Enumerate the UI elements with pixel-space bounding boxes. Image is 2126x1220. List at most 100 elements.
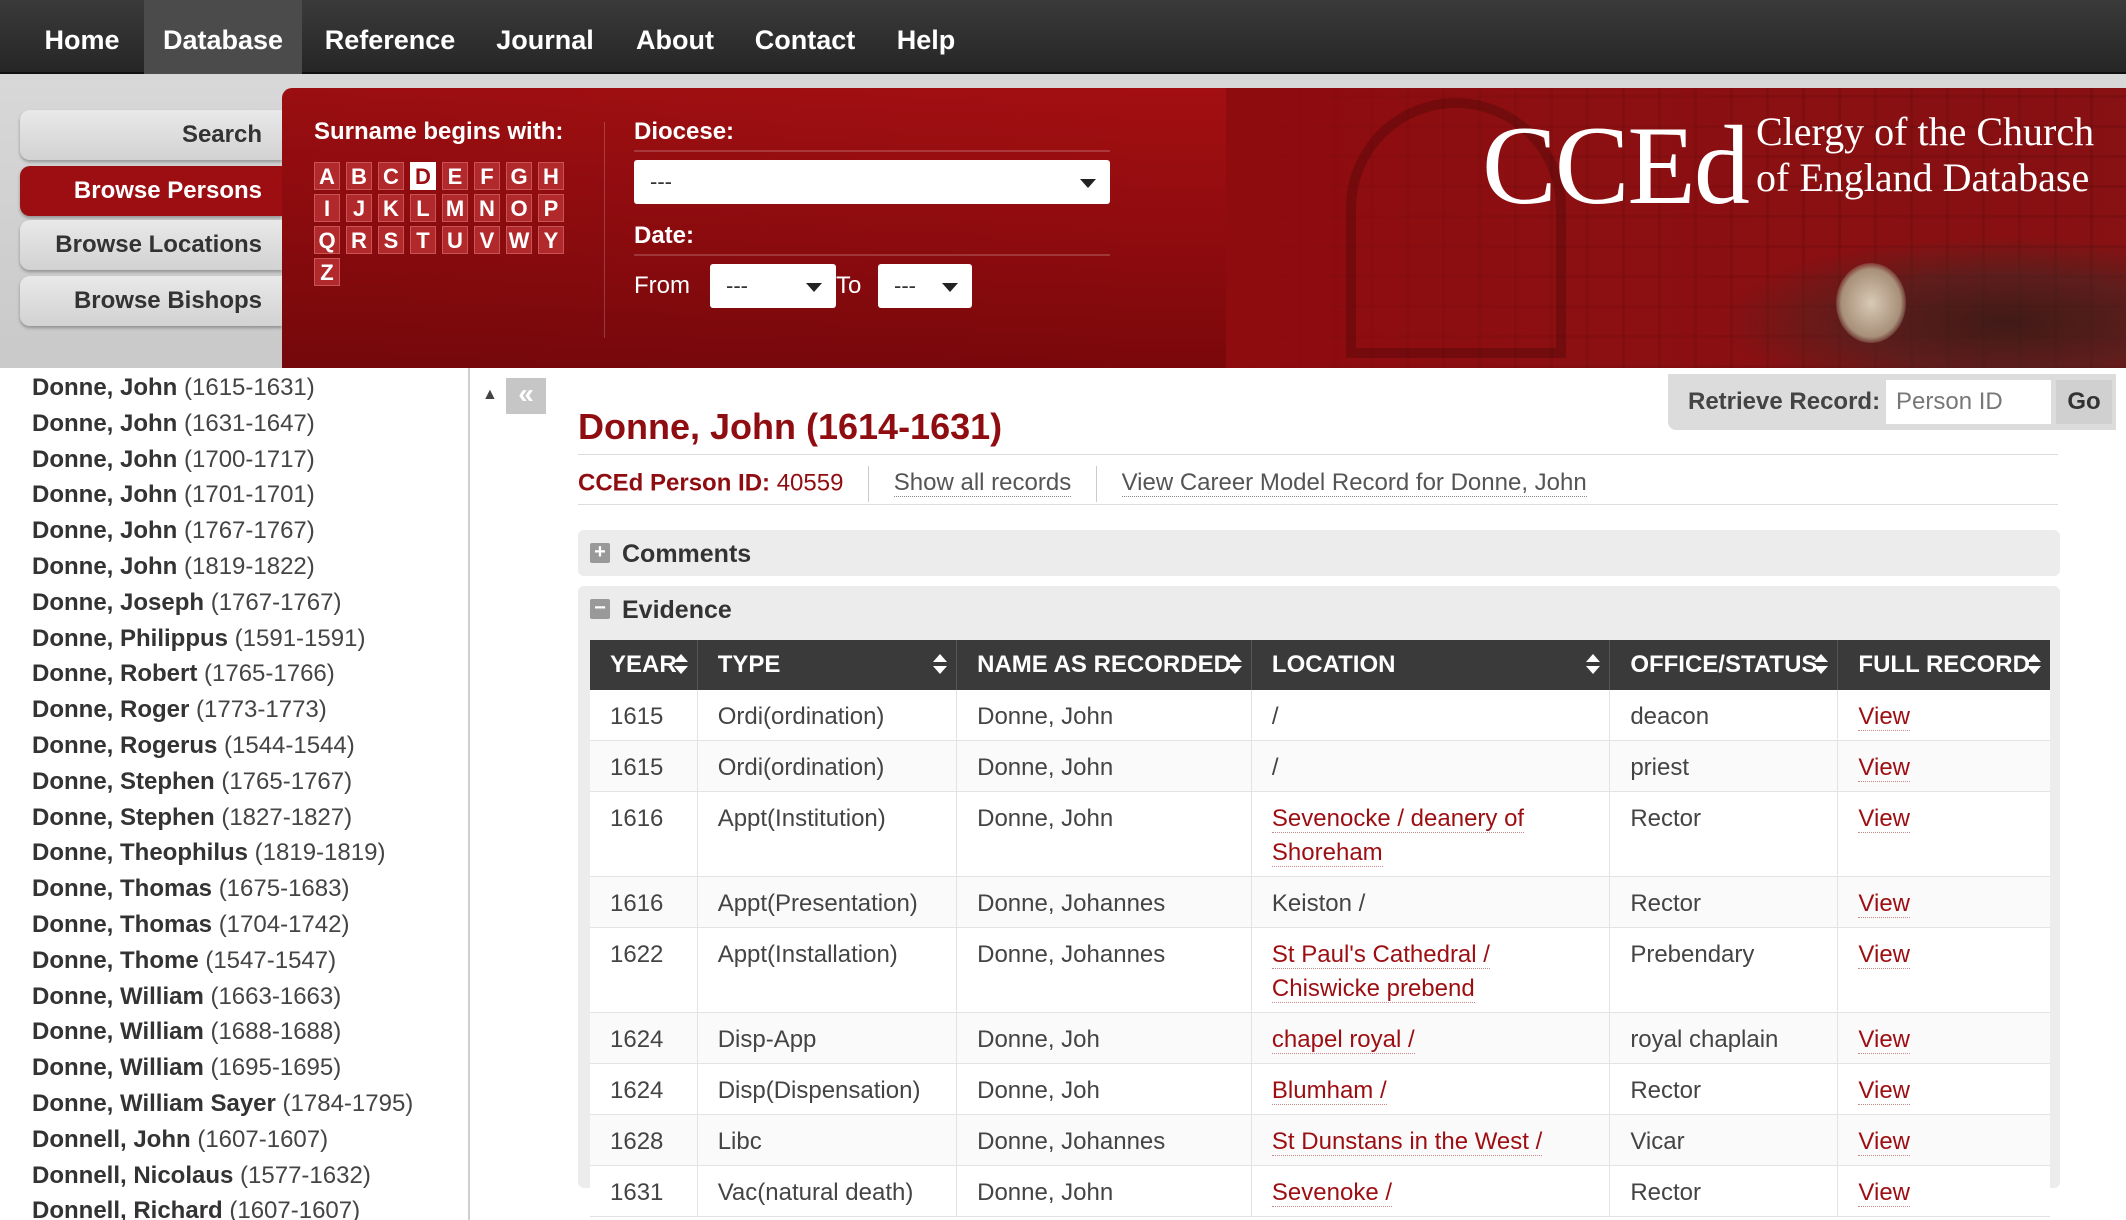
- letter-f[interactable]: F: [474, 162, 500, 190]
- column-header-name[interactable]: NAME AS RECORDED: [956, 640, 1252, 690]
- nav-contact[interactable]: Contact: [746, 0, 864, 74]
- list-item[interactable]: Donne, Roger (1773-1773): [32, 696, 327, 724]
- list-item[interactable]: Donne, Robert (1765-1766): [32, 660, 335, 688]
- letter-m[interactable]: M: [442, 194, 468, 222]
- view-record-link[interactable]: View: [1858, 703, 1911, 731]
- letter-g[interactable]: G: [506, 162, 532, 190]
- logo-subtitle-line2: of England Database: [1756, 155, 2090, 200]
- career-model-link[interactable]: View Career Model Record for Donne, John: [1121, 469, 1587, 498]
- list-item[interactable]: Donne, Theophilus (1819-1819): [32, 839, 385, 867]
- cell-type: Disp-App: [697, 1012, 958, 1064]
- column-header-location[interactable]: LOCATION: [1251, 640, 1611, 690]
- list-item[interactable]: Donne, William (1663-1663): [32, 983, 341, 1011]
- list-item[interactable]: Donne, John (1701-1701): [32, 481, 315, 509]
- letter-b[interactable]: B: [346, 162, 372, 190]
- letter-p[interactable]: P: [538, 194, 564, 222]
- letter-o[interactable]: O: [506, 194, 532, 222]
- view-record-link[interactable]: View: [1858, 1077, 1911, 1105]
- view-record-link[interactable]: View: [1858, 1179, 1911, 1207]
- list-item[interactable]: Donne, William (1688-1688): [32, 1018, 341, 1046]
- list-item[interactable]: Donne, Thome (1547-1547): [32, 947, 336, 975]
- letter-u[interactable]: U: [442, 226, 468, 254]
- column-header-year[interactable]: YEAR: [590, 640, 698, 690]
- list-item[interactable]: Donnell, John (1607-1607): [32, 1126, 328, 1154]
- tab-browse-locations[interactable]: Browse Locations: [20, 220, 282, 270]
- nav-reference[interactable]: Reference: [314, 0, 466, 74]
- letter-e[interactable]: E: [442, 162, 468, 190]
- list-item[interactable]: Donne, John (1631-1647): [32, 410, 315, 438]
- letter-z[interactable]: Z: [314, 258, 340, 286]
- nav-help[interactable]: Help: [886, 0, 966, 74]
- column-header-full-record[interactable]: FULL RECORD: [1837, 640, 2050, 690]
- letter-y[interactable]: Y: [538, 226, 564, 254]
- tab-browse-persons[interactable]: Browse Persons: [20, 166, 282, 216]
- location-link[interactable]: Sevenoke /: [1271, 1179, 1393, 1207]
- letter-s[interactable]: S: [378, 226, 404, 254]
- list-item[interactable]: Donne, John (1700-1717): [32, 446, 315, 474]
- letter-l[interactable]: L: [410, 194, 436, 222]
- view-record-link[interactable]: View: [1858, 890, 1911, 918]
- view-record-link[interactable]: View: [1858, 1128, 1911, 1156]
- date-to-select[interactable]: ---: [878, 264, 972, 308]
- list-item[interactable]: Donne, Thomas (1675-1683): [32, 875, 349, 903]
- person-id-input[interactable]: [1886, 380, 2051, 424]
- collapse-minus-icon[interactable]: −: [590, 598, 610, 619]
- list-item[interactable]: Donne, Rogerus (1544-1544): [32, 732, 355, 760]
- list-item[interactable]: Donnell, Nicolaus (1577-1632): [32, 1162, 371, 1190]
- list-item[interactable]: Donne, Philippus (1591-1591): [32, 625, 365, 653]
- location-link[interactable]: St Paul's Cathedral / Chiswicke prebend: [1271, 941, 1490, 1003]
- nav-home[interactable]: Home: [26, 0, 138, 74]
- list-item[interactable]: Donne, Stephen (1765-1767): [32, 768, 352, 796]
- view-record-link[interactable]: View: [1858, 805, 1911, 833]
- person-name: Donne, William: [32, 1054, 204, 1082]
- list-item[interactable]: Donne, John (1615-1631): [32, 374, 315, 402]
- list-item[interactable]: Donne, William Sayer (1784-1795): [32, 1090, 413, 1118]
- diocese-select[interactable]: ---: [634, 160, 1110, 204]
- column-header-office[interactable]: OFFICE/STATUS: [1609, 640, 1839, 690]
- letter-w[interactable]: W: [506, 226, 532, 254]
- letter-n[interactable]: N: [474, 194, 500, 222]
- letter-v[interactable]: V: [474, 226, 500, 254]
- location-link[interactable]: Blumham /: [1271, 1077, 1387, 1105]
- table-row: 1616 Appt(Presentation) Donne, Johannes Kei…: [590, 876, 2050, 928]
- collapse-sidebar-button[interactable]: «: [506, 378, 546, 414]
- nav-about[interactable]: About: [626, 0, 724, 74]
- show-all-records-link[interactable]: Show all records: [893, 469, 1072, 498]
- letter-q[interactable]: Q: [314, 226, 340, 254]
- list-item[interactable]: Donne, William (1695-1695): [32, 1054, 341, 1082]
- column-header-type[interactable]: TYPE: [697, 640, 958, 690]
- letter-j[interactable]: J: [346, 194, 372, 222]
- view-record-link[interactable]: View: [1858, 754, 1911, 782]
- tab-search[interactable]: Search: [20, 110, 282, 160]
- location-link[interactable]: chapel royal /: [1271, 1026, 1415, 1054]
- letter-a[interactable]: A: [314, 162, 340, 190]
- list-item[interactable]: Donnell, Richard (1607-1607): [32, 1197, 360, 1220]
- evidence-heading[interactable]: Evidence: [622, 596, 732, 625]
- list-item[interactable]: Donne, Stephen (1827-1827): [32, 804, 352, 832]
- list-item[interactable]: Donne, John (1767-1767): [32, 517, 315, 545]
- expand-plus-icon[interactable]: +: [590, 542, 610, 563]
- view-record-link[interactable]: View: [1858, 1026, 1911, 1054]
- letter-k[interactable]: K: [378, 194, 404, 222]
- view-record-link[interactable]: View: [1858, 941, 1911, 969]
- letter-t[interactable]: T: [410, 226, 436, 254]
- list-item[interactable]: Donne, John (1819-1822): [32, 553, 315, 581]
- letter-r[interactable]: R: [346, 226, 372, 254]
- page-title: Donne, John (1614-1631): [578, 406, 1003, 447]
- nav-journal[interactable]: Journal: [484, 0, 606, 74]
- location-link[interactable]: Sevenocke / deanery of Shoreham: [1271, 805, 1525, 867]
- list-item[interactable]: Donne, Joseph (1767-1767): [32, 589, 341, 617]
- letter-h[interactable]: H: [538, 162, 564, 190]
- list-item[interactable]: Donne, Thomas (1704-1742): [32, 911, 349, 939]
- tab-browse-bishops[interactable]: Browse Bishops: [20, 276, 282, 326]
- letter-d[interactable]: D: [410, 162, 436, 190]
- location-link[interactable]: St Dunstans in the West /: [1271, 1128, 1543, 1156]
- scroll-up-arrow-icon[interactable]: ▲: [482, 386, 498, 404]
- cell-name-as-recorded: Donne, Johannes: [956, 876, 1252, 928]
- comments-heading[interactable]: Comments: [622, 540, 751, 569]
- letter-c[interactable]: C: [378, 162, 404, 190]
- nav-database[interactable]: Database: [144, 0, 302, 74]
- letter-i[interactable]: I: [314, 194, 340, 222]
- date-from-select[interactable]: ---: [710, 264, 836, 308]
- go-button[interactable]: Go: [2056, 380, 2112, 424]
